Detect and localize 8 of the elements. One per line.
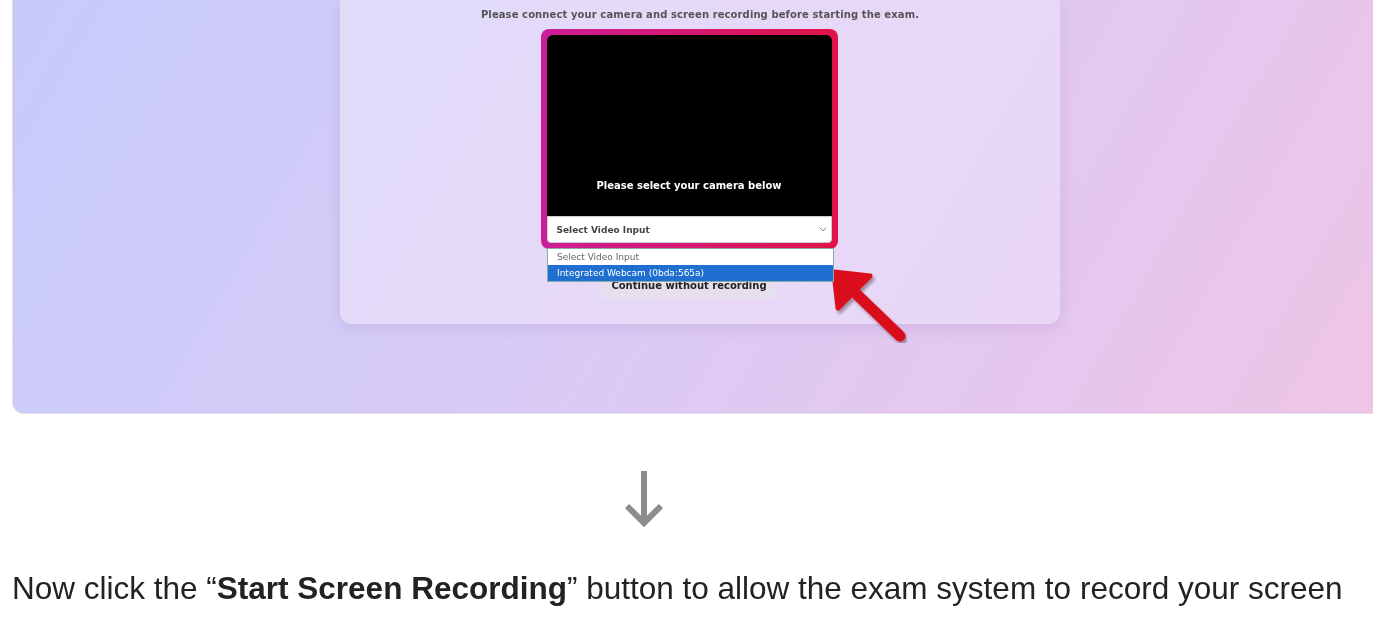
video-input-select[interactable]: Select Video Input xyxy=(546,216,832,243)
dropdown-option[interactable]: Integrated Webcam (0bda:565a) xyxy=(548,265,833,281)
dropdown-option[interactable]: Select Video Input xyxy=(548,249,833,265)
down-arrow-icon xyxy=(624,471,663,527)
instruction-text: Please connect your camera and screen recording before starting the exam. xyxy=(480,9,920,20)
camera-prompt: Please select your camera below xyxy=(596,180,782,191)
chevron-icon xyxy=(818,227,827,232)
caption-text: Now click the “Start Screen Recording” button to allow the exam system to record your screen xyxy=(11,570,1344,607)
